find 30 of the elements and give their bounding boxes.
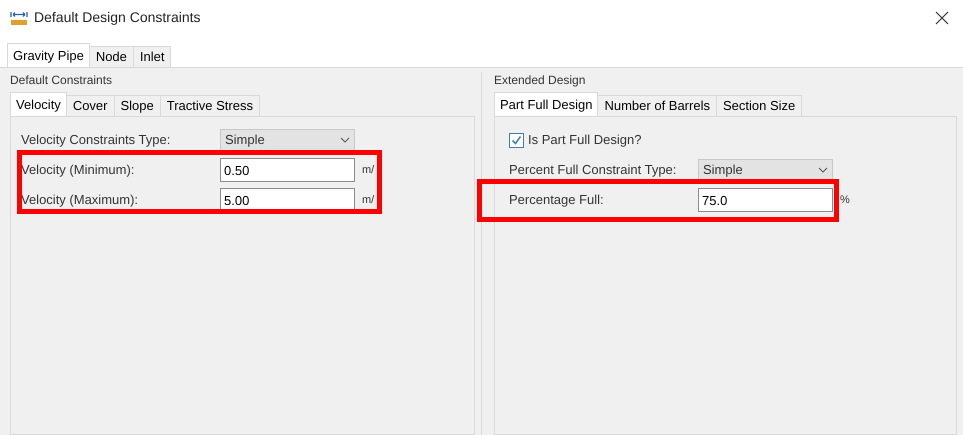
input-field[interactable]: 0.50: [220, 158, 355, 182]
unit-label: m/: [362, 192, 374, 208]
tab[interactable]: Tractive Stress: [160, 95, 260, 116]
tab[interactable]: Gravity Pipe: [7, 43, 90, 67]
app-icon: [10, 10, 28, 26]
tab[interactable]: Part Full Design: [494, 92, 598, 116]
unit-label: %: [840, 192, 850, 208]
group-title: Default Constraints: [10, 72, 114, 88]
tab[interactable]: Slope: [114, 95, 161, 116]
tab[interactable]: Node: [88, 46, 134, 67]
dropdown[interactable]: Simple: [220, 128, 355, 152]
field-label: Velocity (Minimum):: [21, 161, 136, 180]
check-icon: [511, 134, 522, 146]
dropdown[interactable]: Simple: [698, 158, 833, 182]
group-title: Extended Design: [494, 72, 586, 88]
close-icon[interactable]: [935, 10, 949, 24]
tab[interactable]: Velocity: [10, 92, 67, 116]
field-label: Velocity Constraints Type:: [21, 131, 172, 150]
checkbox-label: Is Part Full Design?: [528, 131, 642, 150]
tab[interactable]: Section Size: [716, 95, 802, 116]
input-field[interactable]: 75.0: [698, 188, 833, 212]
field-label: Percentage Full:: [509, 191, 605, 210]
window-title: Default Design Constraints: [34, 8, 201, 27]
chevron-down-icon: [340, 137, 350, 143]
unit-label: m/: [362, 162, 374, 178]
chevron-down-icon: [818, 167, 828, 173]
tab[interactable]: Inlet: [132, 46, 172, 67]
field-label: Velocity (Maximum):: [21, 191, 140, 210]
field-label: Percent Full Constraint Type:: [509, 161, 678, 180]
checkbox[interactable]: [509, 132, 524, 148]
